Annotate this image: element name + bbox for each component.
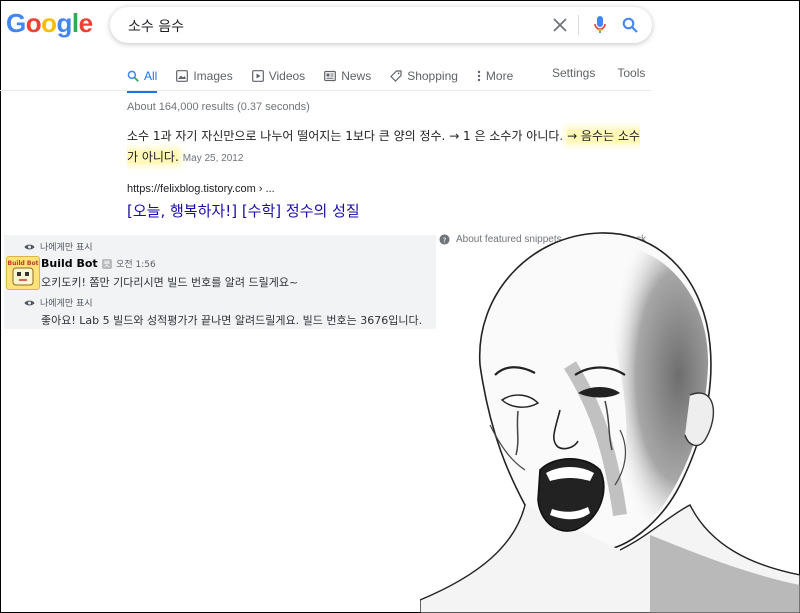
chat-message: 오키도키! 쫌만 기다리시면 빌드 번호를 알려 드릴게요~	[41, 276, 299, 289]
tab-label: All	[144, 69, 158, 83]
logo-letter: g	[56, 8, 73, 38]
ephemeral-label: 나에게만 표시	[40, 243, 93, 253]
snippet-date: May 25, 2012	[182, 153, 244, 164]
result-title-link[interactable]: [오늘, 행복하자!] [수학] 정수의 성질	[127, 200, 360, 221]
logo-letter: e	[78, 8, 93, 38]
search-options: Settings Tools	[552, 66, 645, 80]
news-icon	[324, 70, 337, 82]
tab-label: Images	[193, 69, 233, 83]
eye-icon	[24, 244, 35, 249]
video-icon	[251, 70, 264, 82]
tab-label: Videos	[268, 69, 306, 83]
tab-news[interactable]: News	[324, 66, 371, 86]
image-icon	[176, 70, 189, 82]
result-url[interactable]: https://felixblog.tistory.com › ...	[127, 183, 275, 195]
chat-message: 좋아요! Lab 5 빌드와 성적평가가 끝나면 알려드릴게요. 빌드 번호는 …	[41, 314, 423, 327]
logo-letter: o	[41, 8, 57, 38]
message-timestamp: 오전 1:56	[116, 260, 156, 270]
author-name[interactable]: Build Bot	[41, 257, 98, 270]
tab-videos[interactable]: Videos	[251, 66, 306, 86]
snippet-text: 소수 1과 자기 자신만으로 나누어 떨어지는 1보다 큰 양의 정수. → 1…	[127, 129, 568, 143]
tab-all[interactable]: All	[127, 66, 158, 93]
tab-more[interactable]: More	[477, 66, 513, 86]
result-stats: About 164,000 results (0.37 seconds)	[127, 101, 310, 113]
logo-letter: G	[6, 8, 26, 38]
settings-link[interactable]: Settings	[552, 66, 595, 80]
message-header: Build Bot 봇 오전 1:56	[41, 257, 156, 270]
clear-icon[interactable]	[542, 7, 578, 43]
tab-label: News	[341, 69, 372, 83]
tab-label: Shopping	[407, 69, 458, 83]
search-box	[110, 7, 652, 43]
ephemeral-notice: 나에게만 표시	[24, 296, 93, 309]
search-divider	[578, 15, 579, 35]
bot-tag: 봇	[101, 258, 113, 269]
logo-letter: l	[71, 8, 79, 38]
featured-snippet: 소수 1과 자기 자신만으로 나누어 떨어지는 1보다 큰 양의 정수. → 1…	[127, 126, 647, 169]
google-logo[interactable]: Google	[6, 8, 93, 39]
tab-shopping[interactable]: Shopping	[390, 66, 458, 86]
tab-images[interactable]: Images	[176, 66, 233, 86]
tab-label: More	[485, 69, 514, 83]
header-divider	[0, 90, 652, 91]
search-input[interactable]	[126, 14, 530, 38]
tag-icon	[390, 70, 402, 82]
search-tabs: All Images Videos News Shopping More	[127, 66, 532, 93]
more-vert-icon	[477, 70, 481, 82]
tools-link[interactable]: Tools	[617, 66, 645, 80]
search-icon[interactable]	[612, 7, 648, 43]
ephemeral-label: 나에게만 표시	[40, 299, 93, 309]
ephemeral-notice: 나에게만 표시	[24, 240, 93, 253]
crying-man-illustration	[420, 232, 800, 613]
logo-letter: o	[25, 8, 42, 38]
chat-panel: 나에게만 표시 Build Bot Build Bot 봇 오전 1:56 오키…	[4, 235, 436, 329]
eye-icon	[24, 300, 35, 305]
avatar[interactable]: Build Bot	[6, 256, 40, 290]
avatar-label: Build Bot	[8, 260, 39, 267]
search-icon	[127, 70, 139, 82]
